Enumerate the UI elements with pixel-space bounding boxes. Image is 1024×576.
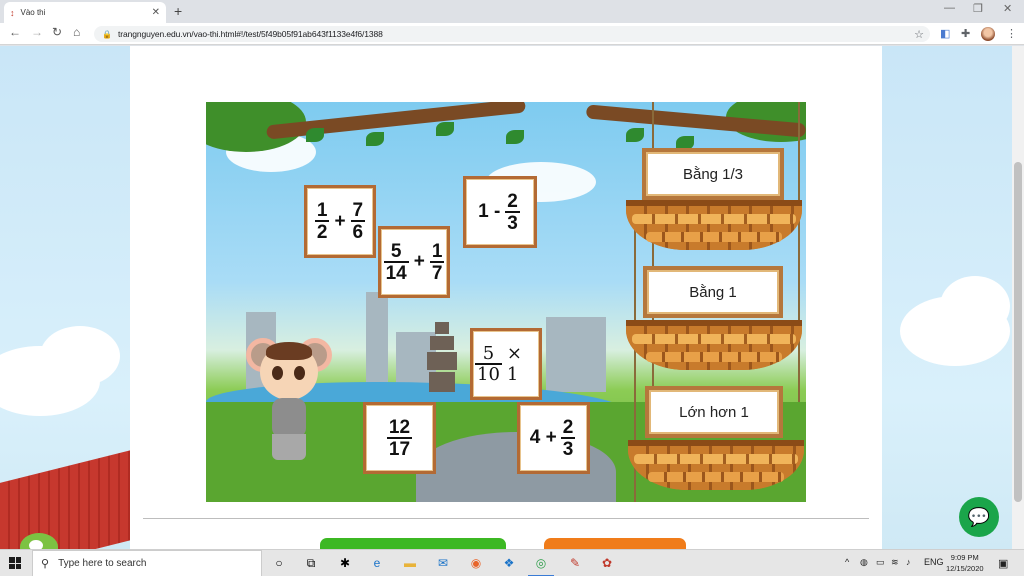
site-favicon-icon: ↕ xyxy=(10,7,15,18)
battery-icon[interactable]: ▭ xyxy=(876,557,885,568)
chrome-icon[interactable]: ◎ xyxy=(532,555,550,571)
search-placeholder: Type here to search xyxy=(58,558,147,569)
translate-extension-icon[interactable]: ◧ xyxy=(940,27,950,40)
minimize-icon[interactable]: — xyxy=(944,2,955,14)
leaf xyxy=(506,130,524,144)
search-icon: ⚲ xyxy=(41,558,50,570)
fraction: 17 xyxy=(429,240,445,284)
close-window-icon[interactable]: ✕ xyxy=(1003,2,1012,15)
menu-kebab-icon[interactable]: ⋮ xyxy=(1006,27,1017,40)
leaf xyxy=(436,122,454,136)
green-action-button[interactable] xyxy=(320,538,506,549)
language-indicator[interactable]: ENG xyxy=(924,557,944,567)
volume-icon[interactable]: ♪ xyxy=(906,557,911,567)
orange-action-button[interactable] xyxy=(544,538,686,549)
city-building xyxy=(366,292,388,392)
fraction: 23 xyxy=(505,190,520,234)
leaf xyxy=(366,132,384,146)
fraction: 12 17 xyxy=(386,416,413,460)
profile-avatar[interactable] xyxy=(981,27,995,41)
lock-icon[interactable]: 🔒 xyxy=(102,30,112,39)
operand: 4 + xyxy=(529,427,557,448)
close-tab-icon[interactable]: ✕ xyxy=(152,7,160,18)
basket-1[interactable] xyxy=(626,200,802,250)
fraction: 5 14 xyxy=(383,240,409,284)
forward-icon[interactable]: → xyxy=(31,25,43,39)
leaf xyxy=(626,128,644,142)
browser-tab[interactable]: ↕ Vào thi ✕ xyxy=(4,2,166,23)
fraction: 5 10 xyxy=(475,342,502,385)
card-3[interactable]: 1 - 23 xyxy=(463,176,537,248)
tree-branch xyxy=(265,102,527,140)
card-2[interactable]: 5 14 + 17 xyxy=(378,226,450,298)
operator: + xyxy=(413,251,425,272)
cloud-decoration xyxy=(40,326,120,386)
maximize-icon[interactable]: ❐ xyxy=(973,2,983,15)
taskbar-search-box[interactable]: ⚲ Type here to search xyxy=(32,550,262,576)
fraction: 12 xyxy=(314,200,330,243)
operator: + xyxy=(334,210,346,232)
tab-strip: ↕ Vào thi ✕ + — ❐ ✕ xyxy=(0,0,1024,23)
app-icon[interactable]: ✿ xyxy=(598,555,616,571)
new-tab-icon[interactable]: + xyxy=(174,3,182,19)
back-icon[interactable]: ← xyxy=(9,25,21,39)
windows-taskbar: ⚲ Type here to search ○ ⧉ ✱ e ▬ ✉ ◉ ❖ ◎ … xyxy=(0,549,1024,576)
task-view-icon[interactable]: ⧉ xyxy=(302,555,320,571)
browser-toolbar: ← → ↻ ⌂ 🔒 trangnguyen.edu.vn/vao-thi.htm… xyxy=(0,23,1024,45)
tab-title: Vào thi xyxy=(20,8,46,17)
wifi-icon[interactable]: ≋ xyxy=(891,557,899,568)
basket-label-2: Bằng 1 xyxy=(643,266,783,318)
roof-decoration xyxy=(0,449,135,549)
card-6[interactable]: 4 + 23 xyxy=(517,402,590,474)
leaf xyxy=(306,128,324,142)
url-text: trangnguyen.edu.vn/vao-thi.html#!/test/5… xyxy=(117,29,383,39)
system-clock[interactable]: 9:09 PM 12/15/2020 xyxy=(946,552,984,574)
cloud-decoration xyxy=(940,276,1010,336)
paint-icon[interactable]: ✎ xyxy=(566,555,584,571)
windows-start-icon[interactable] xyxy=(9,557,21,569)
basket-3[interactable] xyxy=(628,440,804,490)
rope xyxy=(798,102,800,402)
app-icon[interactable]: ✱ xyxy=(336,555,354,571)
city-building xyxy=(546,317,606,392)
basket-label-1: Bằng 1/3 xyxy=(642,148,784,200)
cortana-icon[interactable]: ○ xyxy=(270,555,288,571)
extensions-puzzle-icon[interactable]: ✚ xyxy=(961,27,970,40)
basket-label-3: Lớn hơn 1 xyxy=(645,386,783,438)
firefox-icon[interactable]: ◉ xyxy=(467,555,485,571)
notifications-icon[interactable]: ▣ xyxy=(998,557,1008,570)
dropbox-icon[interactable]: ❖ xyxy=(500,555,518,571)
home-icon[interactable]: ⌂ xyxy=(73,25,80,39)
basket-2[interactable] xyxy=(626,320,802,370)
edge-icon[interactable]: e xyxy=(368,555,386,571)
address-bar[interactable]: 🔒 trangnguyen.edu.vn/vao-thi.html#!/test… xyxy=(94,26,930,42)
pagoda-tower xyxy=(427,322,457,392)
card-4[interactable]: 5 10 × 1 xyxy=(470,328,542,400)
operator: × 1 xyxy=(506,343,522,385)
card-1[interactable]: 12 + 76 xyxy=(304,185,376,258)
divider xyxy=(143,518,869,519)
scrollbar-thumb[interactable] xyxy=(1014,162,1022,502)
mouse-character-image xyxy=(246,338,332,468)
operand: 1 - xyxy=(478,201,501,222)
mail-icon[interactable]: ✉ xyxy=(434,555,452,571)
card-5[interactable]: 12 17 xyxy=(363,402,436,474)
bookmark-star-icon[interactable]: ☆ xyxy=(914,28,924,41)
page-scrollbar[interactable] xyxy=(1012,46,1024,549)
chat-bubble-icon[interactable]: 💬 xyxy=(959,497,999,537)
file-explorer-icon[interactable]: ▬ xyxy=(401,555,419,571)
tray-chevron-icon[interactable]: ^ xyxy=(845,557,849,567)
fraction: 23 xyxy=(560,416,576,460)
tray-app-icon[interactable]: ◍ xyxy=(860,557,868,568)
fraction: 76 xyxy=(350,200,366,243)
reload-icon[interactable]: ↻ xyxy=(52,25,62,39)
